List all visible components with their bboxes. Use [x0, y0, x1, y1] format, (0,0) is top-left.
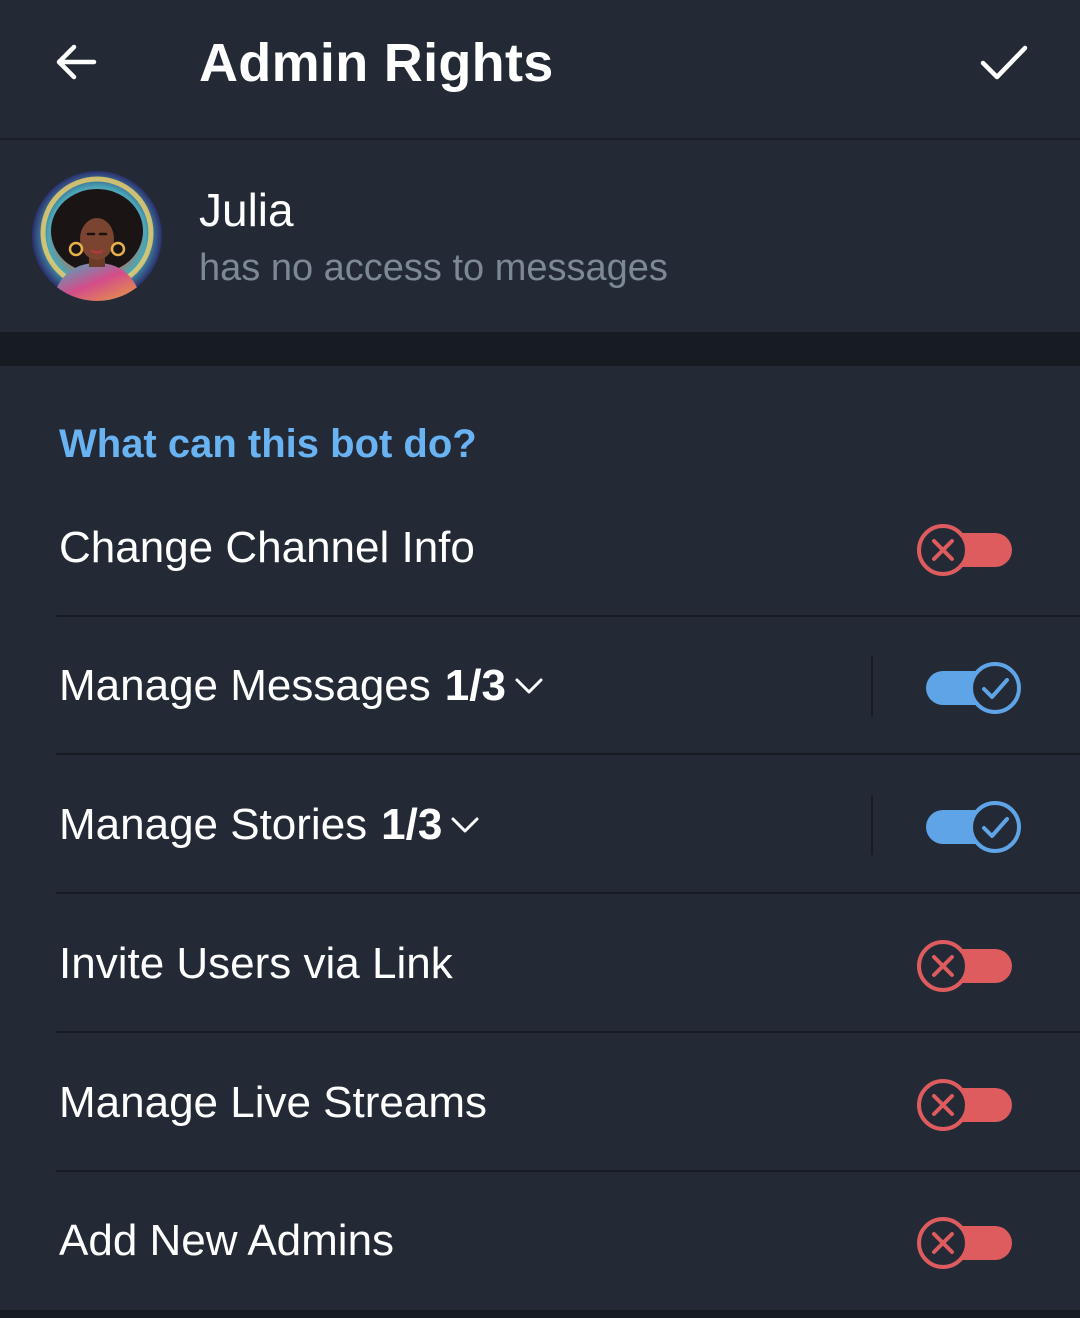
right-label-text: Manage Stories [59, 800, 368, 849]
toggle-off-switch[interactable] [916, 1216, 1016, 1270]
row-vertical-divider [871, 656, 873, 716]
right-row-change-channel-info[interactable]: Change Channel Info [0, 479, 1080, 617]
chevron-down-icon[interactable] [450, 815, 480, 835]
row-vertical-divider [871, 795, 873, 855]
done-button[interactable] [968, 26, 1040, 98]
right-row-manage-live-streams[interactable]: Manage Live Streams [0, 1034, 1080, 1172]
right-label: Manage Live Streams [59, 1034, 487, 1172]
right-row-manage-messages[interactable]: Manage Messages 1/3 [0, 617, 1080, 755]
right-row-invite-users[interactable]: Invite Users via Link [0, 895, 1080, 1033]
chevron-down-icon[interactable] [514, 676, 544, 696]
bottom-divider [0, 1310, 1080, 1318]
right-label-text: Invite Users via Link [59, 939, 453, 988]
section-divider [0, 332, 1080, 366]
toggle-on-switch[interactable] [922, 800, 1022, 854]
top-app-bar: Admin Rights [0, 0, 1080, 140]
toggle-off-switch[interactable] [916, 1078, 1016, 1132]
right-label-text: Add New Admins [59, 1216, 395, 1265]
right-label: Invite Users via Link [59, 895, 453, 1033]
right-row-add-new-admins[interactable]: Add New Admins [0, 1172, 1080, 1310]
section-header: What can this bot do? [59, 422, 477, 466]
right-label-text: Manage Live Streams [59, 1078, 487, 1127]
admin-rights-list: What can this bot do? Change Channel Inf… [0, 366, 1080, 1310]
right-count: 1/3 [381, 800, 443, 849]
right-label: Change Channel Info [59, 479, 475, 617]
user-info-card[interactable]: Julia has no access to messages [0, 140, 1080, 332]
right-label: Manage Messages 1/3 [59, 617, 544, 755]
right-label: Add New Admins [59, 1172, 394, 1310]
user-status: has no access to messages [199, 247, 668, 289]
right-label-text: Manage Messages [59, 661, 431, 710]
toggle-on-switch[interactable] [922, 661, 1022, 715]
page-title: Admin Rights [199, 33, 554, 93]
toggle-off-switch[interactable] [916, 523, 1016, 577]
right-label-text: Change Channel Info [59, 523, 475, 572]
back-button[interactable] [40, 26, 112, 98]
avatar [32, 171, 162, 301]
right-count: 1/3 [444, 661, 506, 710]
user-name: Julia [199, 184, 294, 236]
right-row-manage-stories[interactable]: Manage Stories 1/3 [0, 756, 1080, 894]
arrow-left-icon [56, 44, 97, 80]
toggle-off-switch[interactable] [916, 939, 1016, 993]
right-label: Manage Stories 1/3 [59, 756, 480, 894]
checkmark-icon [980, 45, 1028, 80]
